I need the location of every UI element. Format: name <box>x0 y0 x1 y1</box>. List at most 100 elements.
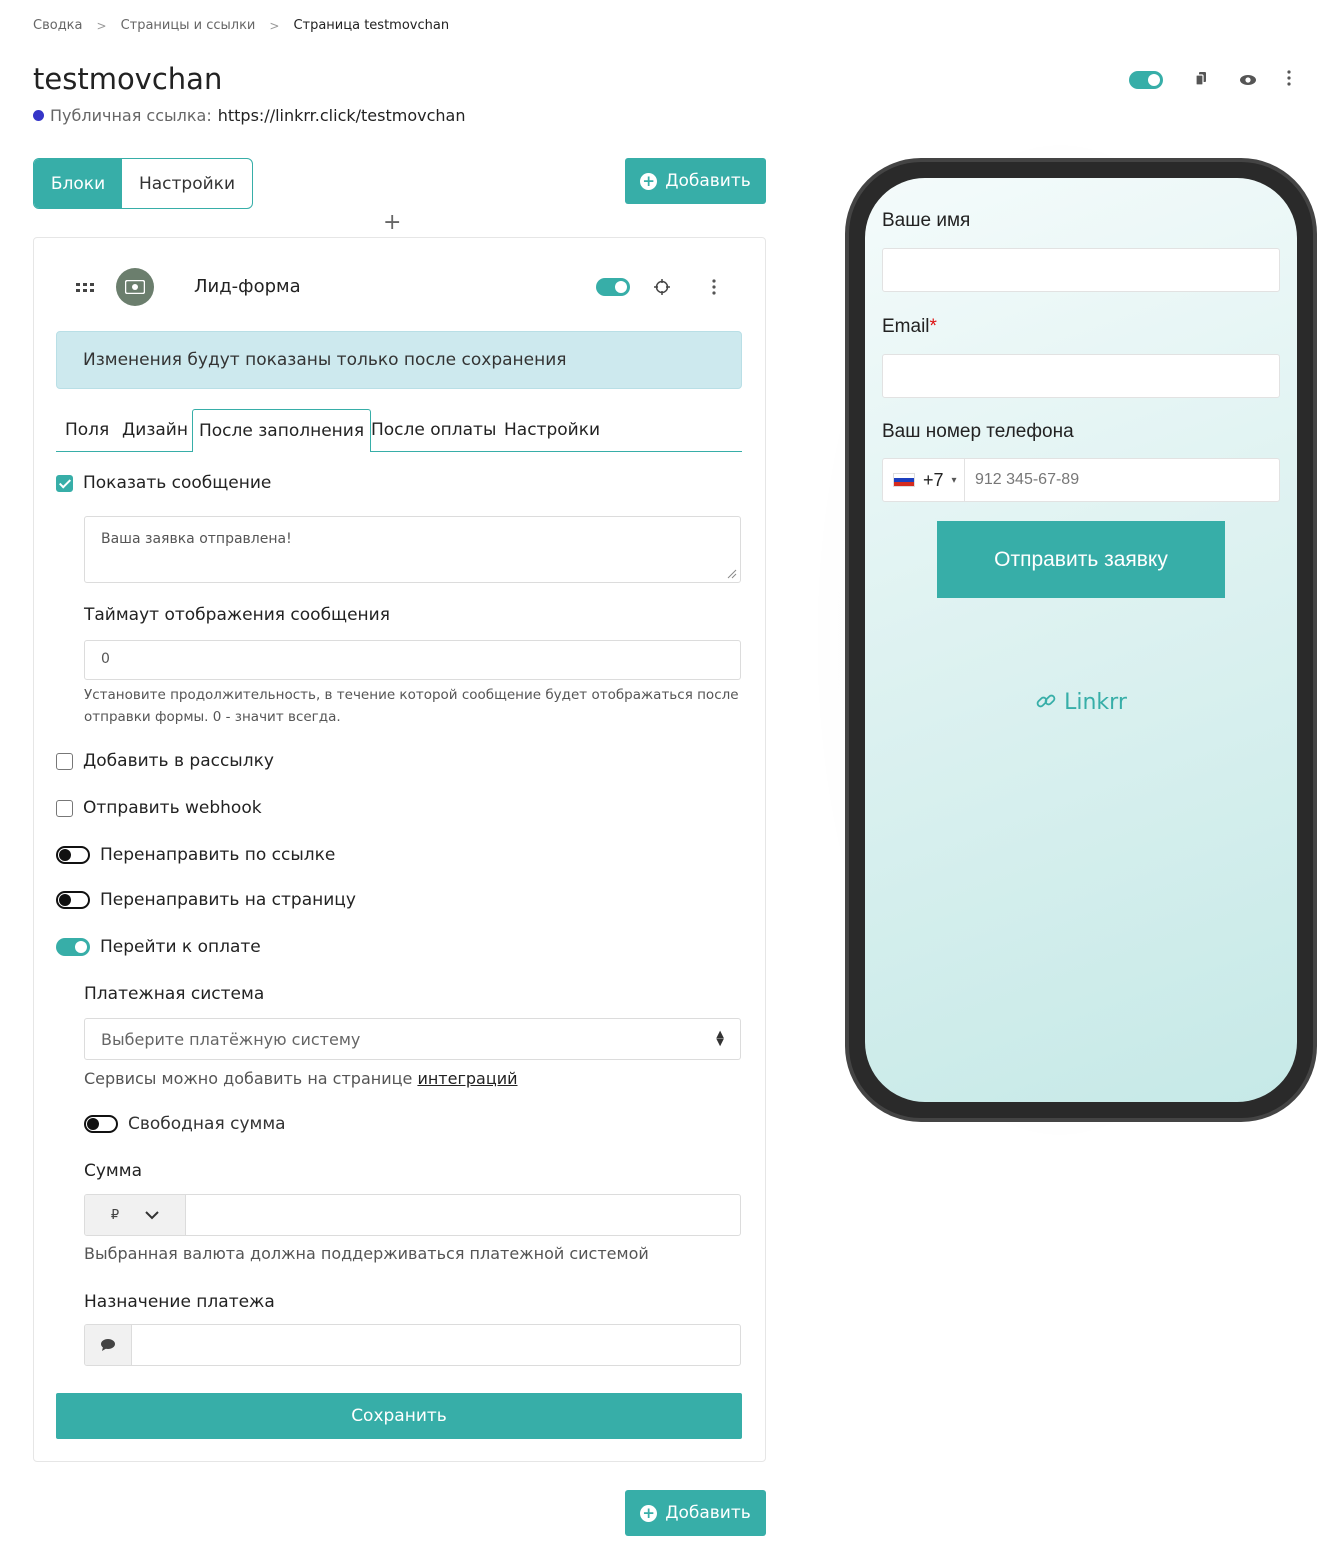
show-message-checkbox[interactable] <box>56 474 73 492</box>
payment-system-select[interactable]: Выберите платёжную систему ▲ ▼ <box>84 1018 741 1060</box>
preview-name-input[interactable] <box>882 248 1280 292</box>
show-message-row: Показать сообщение <box>56 473 271 493</box>
required-mark: * <box>929 316 937 337</box>
message-textarea[interactable]: Ваша заявка отправлена! <box>84 516 741 583</box>
drag-handle-icon[interactable] <box>76 280 94 299</box>
amount-group: ₽ <box>84 1194 741 1236</box>
more-vertical-icon[interactable] <box>1287 70 1291 90</box>
tab-blocks[interactable]: Блоки <box>34 159 122 208</box>
chevron-down-icon: ▾ <box>951 474 957 486</box>
tab-after-payment[interactable]: После оплаты <box>371 409 496 450</box>
plus-circle-icon: + <box>640 1504 658 1522</box>
tab-block-settings[interactable]: Настройки <box>504 409 600 450</box>
free-amount-toggle[interactable] <box>84 1115 118 1133</box>
public-link-label: Публичная ссылка: <box>50 106 212 125</box>
preview-phone-input[interactable]: +7 ▾ 912 345-67-89 <box>882 458 1280 502</box>
crosshair-icon[interactable] <box>653 278 671 300</box>
breadcrumb-item-dashboard[interactable]: Сводка <box>33 18 83 33</box>
block-more-icon[interactable] <box>712 279 716 299</box>
block-title: Лид-форма <box>194 276 301 297</box>
view-switch: Блоки Настройки <box>33 158 253 209</box>
redirect-page-label: Перенаправить на страницу <box>100 890 356 910</box>
payment-purpose-label: Назначение платежа <box>84 1292 275 1312</box>
phone-preview: Ваше имя Email* Ваш номер телефона +7 ▾ … <box>845 158 1317 1122</box>
public-link-url[interactable]: https://linkrr.click/testmovchan <box>218 106 466 125</box>
add-to-mailing-label: Добавить в рассылку <box>83 751 274 771</box>
go-to-payment-row: Перейти к оплате <box>56 937 261 957</box>
redirect-link-toggle[interactable] <box>56 846 90 864</box>
lead-form-block-icon <box>116 268 154 306</box>
send-webhook-label: Отправить webhook <box>83 798 262 818</box>
add-button-label: Добавить <box>665 171 751 191</box>
page-title: testmovchan <box>33 62 223 96</box>
linkrr-logo[interactable]: Linkrr <box>865 690 1297 715</box>
preview-email-input[interactable] <box>882 354 1280 398</box>
comment-icon <box>85 1325 132 1365</box>
add-block-button-top[interactable]: + Добавить <box>625 158 766 204</box>
tab-page-settings[interactable]: Настройки <box>122 159 252 208</box>
redirect-page-row: Перенаправить на страницу <box>56 890 356 910</box>
message-text: Ваша заявка отправлена! <box>101 531 292 547</box>
currency-help: Выбранная валюта должна поддерживаться п… <box>84 1244 649 1263</box>
payment-purpose-input[interactable] <box>132 1325 740 1365</box>
timeout-help: Установите продолжительность, в течение … <box>84 684 741 728</box>
redirect-link-label: Перенаправить по ссылке <box>100 845 336 865</box>
copy-icon[interactable] <box>1193 70 1209 90</box>
breadcrumb: Сводка > Страницы и ссылки > Страница te… <box>33 18 449 33</box>
payment-system-label: Платежная система <box>84 984 265 1004</box>
insert-block-plus-icon[interactable]: + <box>383 210 401 235</box>
timeout-input[interactable]: 0 <box>84 640 741 680</box>
timeout-help-line-2: отправки формы. 0 - значит всегда. <box>84 709 341 725</box>
payment-system-placeholder: Выберите платёжную систему <box>101 1030 361 1049</box>
save-button[interactable]: Сохранить <box>56 1393 742 1439</box>
services-help-text: Сервисы можно добавить на странице <box>84 1069 413 1088</box>
plus-circle-icon: + <box>640 172 658 190</box>
payment-purpose-group <box>84 1324 741 1366</box>
status-dot-icon <box>33 110 44 121</box>
preview-name-label: Ваше имя <box>882 210 971 231</box>
go-to-payment-label: Перейти к оплате <box>100 937 261 957</box>
phone-placeholder: 912 345-67-89 <box>975 471 1080 488</box>
add-button-label: Добавить <box>665 1503 751 1523</box>
add-to-mailing-checkbox[interactable] <box>56 752 73 770</box>
public-link: Публичная ссылка: https://linkrr.click/t… <box>33 106 465 125</box>
redirect-page-toggle[interactable] <box>56 891 90 909</box>
currency-select[interactable]: ₽ <box>85 1195 186 1235</box>
link-icon <box>1036 694 1056 708</box>
timeout-help-line-1: Установите продолжительность, в течение … <box>84 687 739 703</box>
eye-icon[interactable] <box>1239 71 1257 90</box>
chevron-down-icon <box>145 1210 159 1219</box>
redirect-link-row: Перенаправить по ссылке <box>56 845 335 865</box>
preview-submit-button[interactable]: Отправить заявку <box>937 521 1225 598</box>
resize-handle-icon[interactable] <box>727 569 737 579</box>
page-enabled-toggle[interactable] <box>1129 71 1163 89</box>
phone-screen: Ваше имя Email* Ваш номер телефона +7 ▾ … <box>865 178 1297 1102</box>
amount-input[interactable] <box>186 1195 740 1235</box>
free-amount-row: Свободная сумма <box>84 1114 286 1134</box>
go-to-payment-toggle[interactable] <box>56 938 90 956</box>
timeout-value: 0 <box>101 651 110 667</box>
free-amount-label: Свободная сумма <box>128 1114 286 1134</box>
phone-code: +7 <box>923 469 944 490</box>
country-code-select[interactable]: +7 ▾ <box>883 459 965 501</box>
tab-after-fill[interactable]: После заполнения <box>192 409 372 452</box>
tab-design[interactable]: Дизайн <box>122 409 188 450</box>
add-block-button-bottom[interactable]: + Добавить <box>625 1490 766 1536</box>
send-webhook-checkbox[interactable] <box>56 799 73 817</box>
breadcrumb-item-pages[interactable]: Страницы и ссылки <box>121 18 256 33</box>
currency-symbol: ₽ <box>110 1207 120 1223</box>
preview-email-label-text: Email <box>882 316 930 337</box>
russia-flag-icon <box>893 473 915 487</box>
send-webhook-row: Отправить webhook <box>56 798 262 818</box>
select-arrows-icon: ▲ ▼ <box>716 1029 724 1048</box>
breadcrumb-item-current: Страница testmovchan <box>293 18 450 33</box>
add-to-mailing-row: Добавить в рассылку <box>56 751 274 771</box>
save-notice-alert: Изменения будут показаны только после со… <box>56 331 742 389</box>
amount-label: Сумма <box>84 1161 142 1181</box>
services-help: Сервисы можно добавить на странице интег… <box>84 1069 518 1088</box>
block-tabs: Поля Дизайн После заполнения После оплат… <box>56 409 742 452</box>
integrations-link[interactable]: интеграций <box>417 1069 517 1088</box>
tab-fields[interactable]: Поля <box>65 409 109 450</box>
block-enabled-toggle[interactable] <box>596 278 630 296</box>
page-actions <box>1129 70 1291 90</box>
